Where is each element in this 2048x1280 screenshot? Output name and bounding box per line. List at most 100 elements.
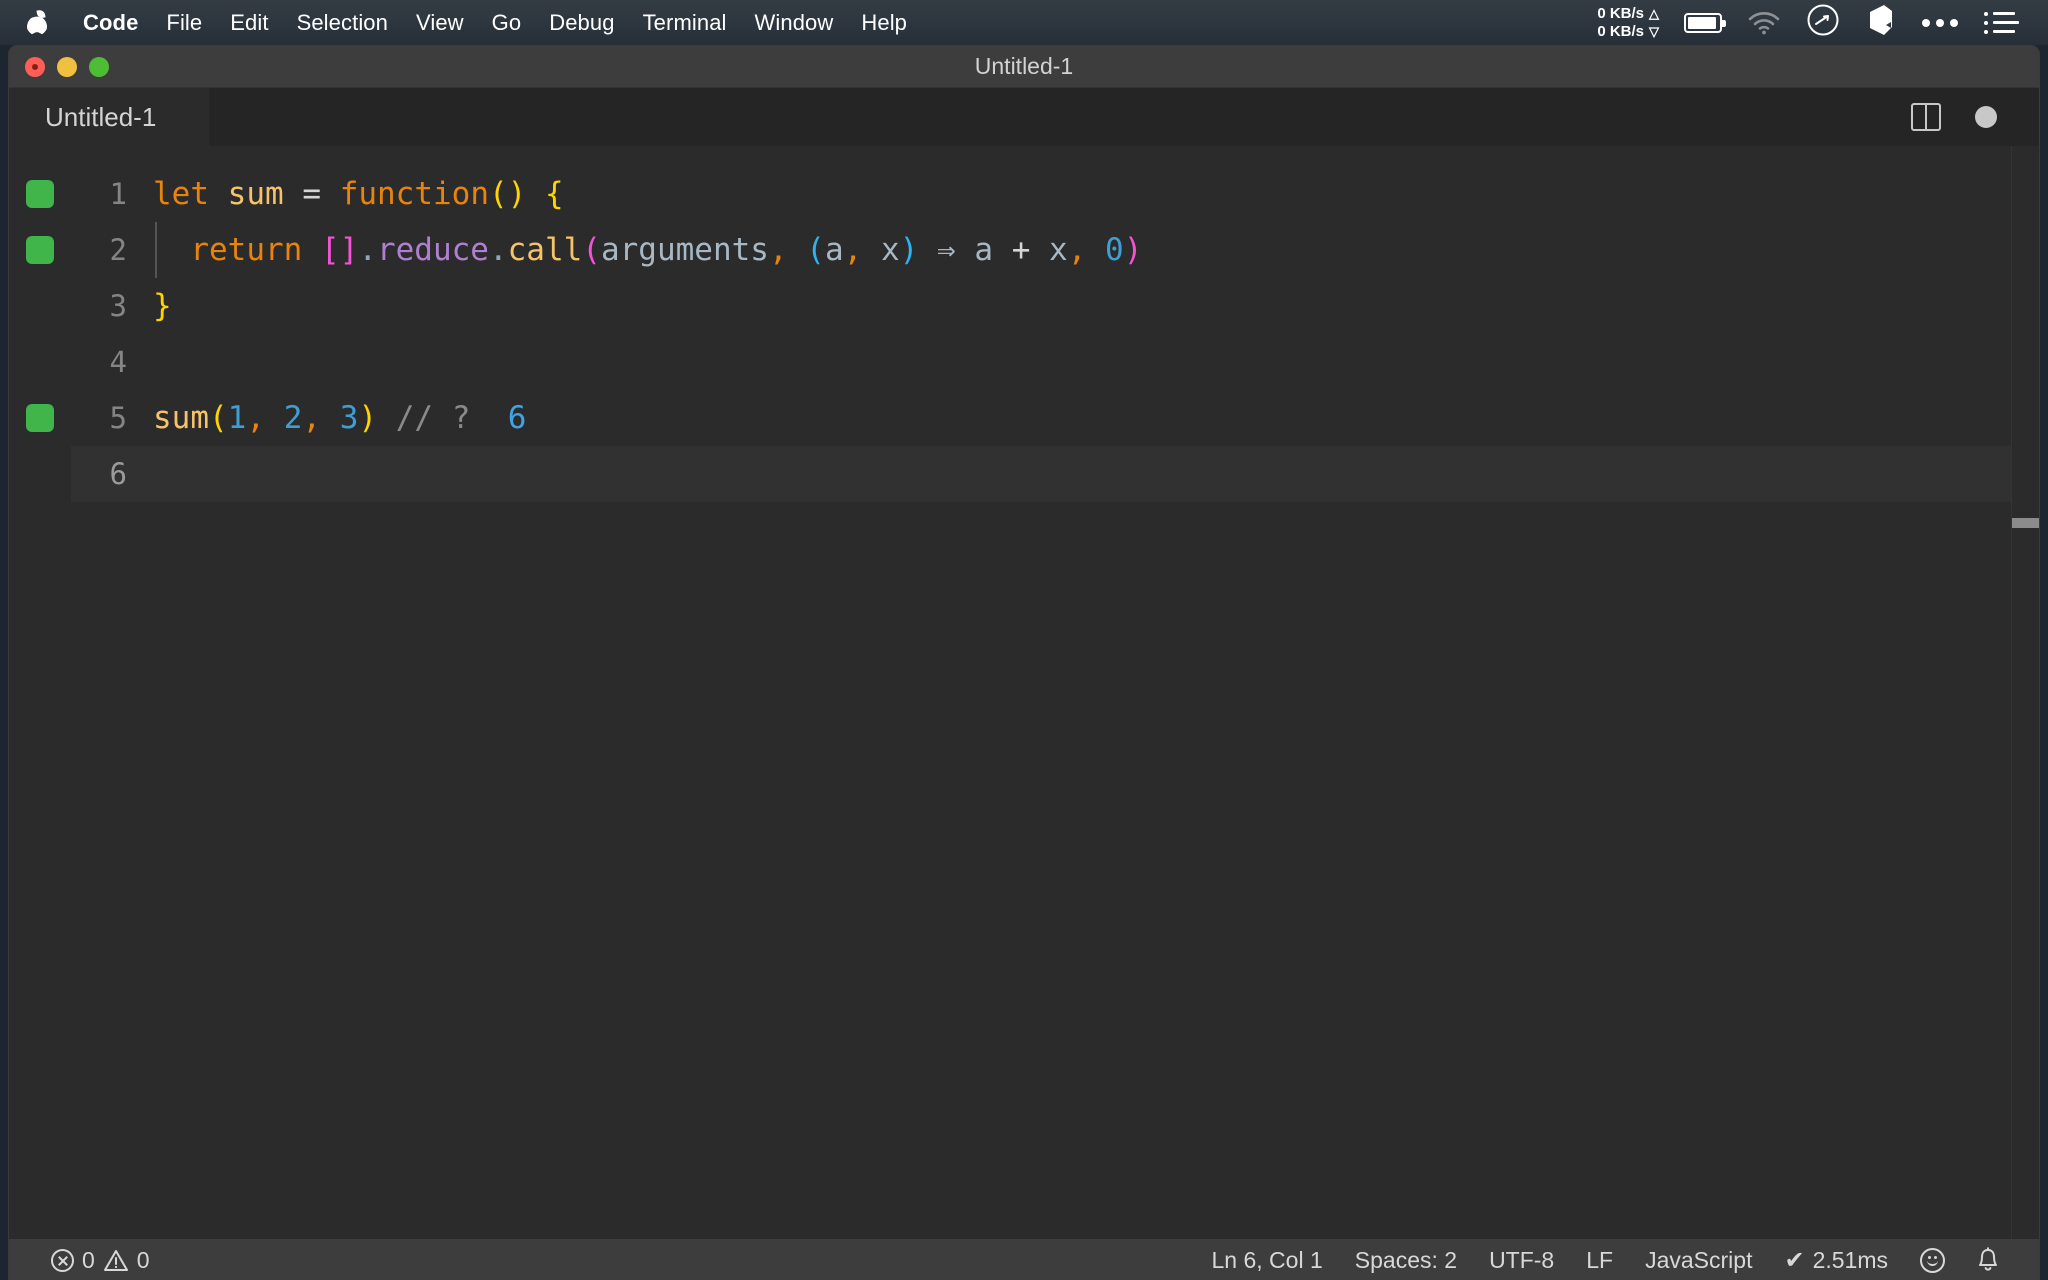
cursor-position-button[interactable]: Ln 6, Col 1 bbox=[1196, 1239, 1339, 1280]
code-token: ( bbox=[209, 400, 228, 436]
battery-status-button[interactable] bbox=[1671, 0, 1735, 45]
menu-item-edit[interactable]: Edit bbox=[216, 0, 282, 45]
code-line[interactable]: } bbox=[149, 278, 2039, 334]
glyph-cell[interactable] bbox=[9, 278, 71, 334]
editor-tab-bar: Untitled-1 bbox=[9, 88, 2039, 146]
line-number: 1 bbox=[109, 177, 127, 211]
menu-item-terminal[interactable]: Terminal bbox=[629, 0, 741, 45]
compass-status-button[interactable] bbox=[1793, 0, 1853, 45]
menu-bar-items: Code File Edit Selection View Go Debug T… bbox=[0, 0, 921, 45]
code-token: // ? bbox=[395, 400, 471, 436]
code-line[interactable]: let sum = function() { bbox=[149, 166, 2039, 222]
macos-menu-bar: Code File Edit Selection View Go Debug T… bbox=[0, 0, 2048, 45]
code-line[interactable] bbox=[149, 334, 2039, 390]
line-number: 5 bbox=[109, 401, 127, 435]
code-token: , bbox=[843, 232, 863, 268]
code-line[interactable] bbox=[149, 446, 2039, 502]
code-line[interactable]: return [].reduce.call(arguments, (a, x) … bbox=[149, 222, 2039, 278]
code-token: , bbox=[768, 232, 788, 268]
menu-item-file[interactable]: File bbox=[152, 0, 216, 45]
code-token: () bbox=[489, 176, 527, 212]
indent-guide bbox=[155, 222, 157, 278]
editor-overview-ruler[interactable] bbox=[2011, 146, 2039, 1239]
menu-overflow-button[interactable] bbox=[1909, 0, 1971, 45]
menu-item-help[interactable]: Help bbox=[847, 0, 921, 45]
status-bar-left: 0 0 bbox=[9, 1239, 166, 1280]
glyph-cell[interactable] bbox=[9, 390, 71, 446]
code-token: = bbox=[302, 176, 322, 212]
code-token: a bbox=[824, 232, 844, 268]
network-download-rate: 0 KB/s bbox=[1597, 22, 1644, 40]
check-icon: ✔ bbox=[1784, 1246, 1805, 1274]
code-token: ( bbox=[582, 232, 601, 268]
menu-item-window[interactable]: Window bbox=[741, 0, 848, 45]
line-number-gutter: 1 2 3 4 5 6 bbox=[71, 146, 149, 1239]
window-titlebar: Untitled-1 bbox=[9, 46, 2039, 88]
wifi-status-button[interactable] bbox=[1735, 0, 1793, 45]
glyph-cell[interactable] bbox=[9, 334, 71, 390]
glyph-cell[interactable] bbox=[9, 166, 71, 222]
code-token: [] bbox=[320, 232, 359, 268]
upload-arrow-icon: △ bbox=[1649, 5, 1659, 21]
code-token: 1 bbox=[227, 400, 247, 436]
menu-item-go[interactable]: Go bbox=[478, 0, 536, 45]
line-number: 4 bbox=[109, 345, 127, 379]
network-speed-indicator[interactable]: 0 KB/s 0 KB/s △ ▽ bbox=[1585, 5, 1671, 41]
glyph-margin bbox=[9, 146, 71, 1239]
code-token: ) bbox=[358, 400, 378, 436]
code-token: ⇒ bbox=[937, 232, 956, 268]
code-line[interactable]: sum(1, 2, 3) // ? 6 bbox=[149, 390, 2039, 446]
code-token: , bbox=[1067, 232, 1087, 268]
code-content[interactable]: let sum = function() { return [].reduce.… bbox=[149, 146, 2039, 1239]
download-arrow-icon: ▽ bbox=[1649, 23, 1659, 39]
control-center-button[interactable] bbox=[1971, 0, 2032, 45]
language-mode-button[interactable]: JavaScript bbox=[1629, 1239, 1768, 1280]
code-token: ) bbox=[899, 232, 919, 268]
code-token: 3 bbox=[339, 400, 359, 436]
menu-item-code[interactable]: Code bbox=[69, 0, 152, 45]
encoding-button[interactable]: UTF-8 bbox=[1473, 1239, 1570, 1280]
menu-item-view[interactable]: View bbox=[402, 0, 478, 45]
notifications-button[interactable] bbox=[1961, 1239, 2015, 1280]
menu-item-debug[interactable]: Debug bbox=[535, 0, 628, 45]
feedback-button[interactable] bbox=[1904, 1239, 1961, 1280]
glyph-cell[interactable] bbox=[9, 222, 71, 278]
tab-untitled-1[interactable]: Untitled-1 bbox=[9, 88, 209, 146]
network-upload-rate: 0 KB/s bbox=[1597, 4, 1644, 22]
apple-menu-button[interactable] bbox=[0, 0, 69, 45]
window-title: Untitled-1 bbox=[974, 53, 1074, 79]
eol-button[interactable]: LF bbox=[1570, 1239, 1629, 1280]
split-editor-icon[interactable] bbox=[1911, 103, 1941, 131]
coverage-marker-icon bbox=[26, 404, 54, 432]
code-token: x bbox=[880, 232, 900, 268]
code-token: { bbox=[545, 176, 564, 212]
glyph-cell[interactable] bbox=[9, 446, 71, 502]
quokka-runtime-status[interactable]: ✔ 2.51ms bbox=[1768, 1239, 1904, 1280]
code-token: ( bbox=[806, 232, 825, 268]
vscode-window: Untitled-1 Untitled-1 123456 let sum = f… bbox=[8, 45, 2040, 1280]
code-token: ) bbox=[1123, 232, 1143, 268]
code-token: 2 bbox=[283, 400, 303, 436]
problems-status-button[interactable]: 0 0 bbox=[35, 1239, 166, 1280]
cube-status-button[interactable] bbox=[1853, 0, 1909, 45]
line-number: 6 bbox=[71, 446, 149, 502]
menu-item-selection[interactable]: Selection bbox=[283, 0, 402, 45]
code-editor[interactable]: 123456 let sum = function() { return [].… bbox=[9, 146, 2039, 1239]
indentation-button[interactable]: Spaces: 2 bbox=[1339, 1239, 1473, 1280]
error-count: 0 bbox=[82, 1246, 95, 1273]
cube-icon bbox=[1866, 3, 1896, 42]
code-token: . bbox=[358, 232, 377, 268]
unsaved-dot-icon[interactable] bbox=[1975, 106, 1997, 128]
code-token: let bbox=[153, 176, 209, 212]
compass-icon bbox=[1806, 3, 1840, 42]
code-token: 0 bbox=[1105, 232, 1124, 268]
